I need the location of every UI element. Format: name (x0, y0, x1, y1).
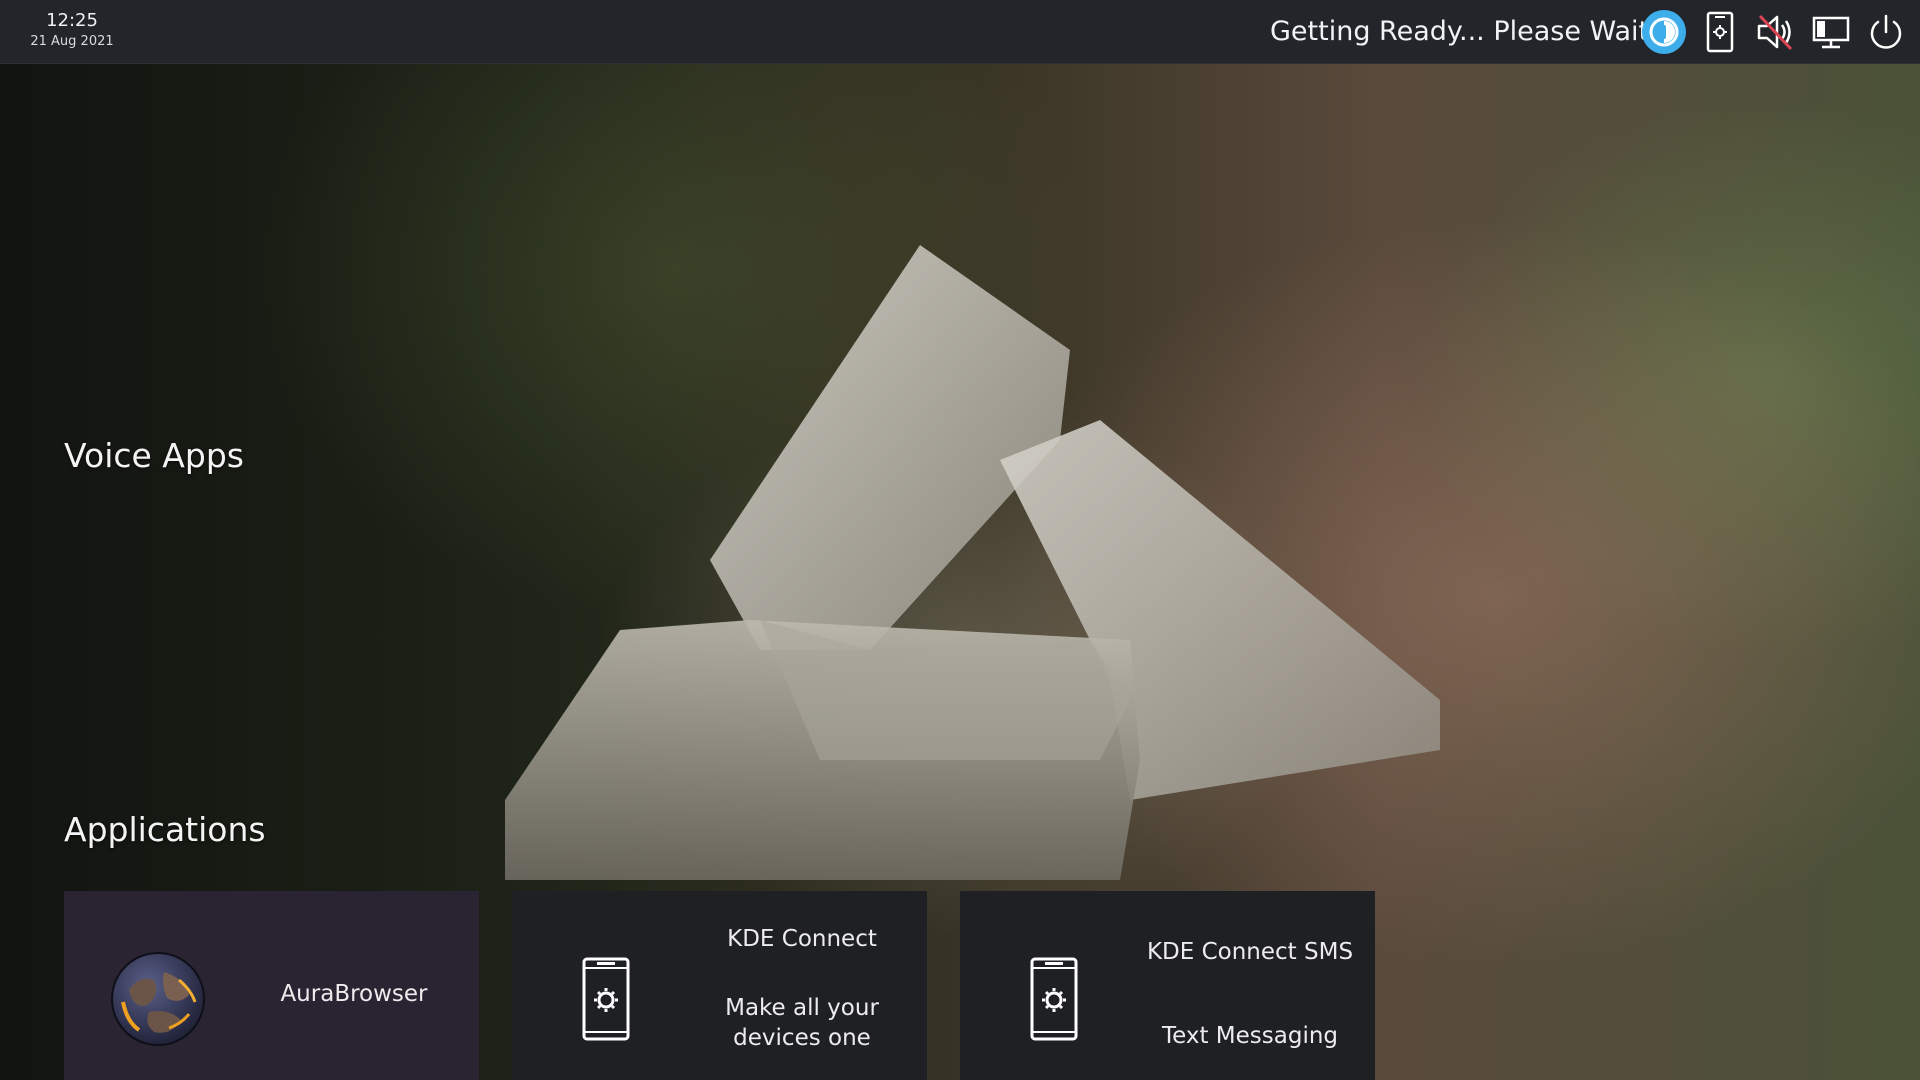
app-description: Text Messaging (1161, 1023, 1339, 1049)
phone-settings-icon (1004, 949, 1104, 1049)
phone-settings-icon (556, 949, 656, 1049)
clock-time: 12:25 (46, 10, 98, 31)
app-card-text: AuraBrowser (239, 891, 469, 1080)
power-icon[interactable] (1862, 8, 1910, 56)
app-title: KDE Connect (727, 926, 877, 952)
mycroft-icon[interactable] (1640, 8, 1688, 56)
voice-apps-heading: Voice Apps (64, 436, 244, 475)
clock[interactable]: 12:25 21 Aug 2021 (30, 9, 114, 51)
app-description: Make all your devices one (725, 995, 879, 1051)
clock-date: 21 Aug 2021 (30, 34, 114, 49)
volume-muted-icon[interactable] (1751, 8, 1799, 56)
app-title: AuraBrowser (280, 981, 428, 1007)
app-card-text: KDE Connect SMS Text Messaging (1135, 891, 1365, 1080)
globe-icon (108, 949, 208, 1049)
app-card-kde-connect-sms[interactable]: KDE Connect SMS Text Messaging (960, 891, 1375, 1080)
applications-heading: Applications (64, 810, 266, 849)
app-card-text: KDE Connect Make all your devices one (687, 891, 917, 1080)
app-title: KDE Connect SMS (1146, 939, 1354, 965)
top-panel: 12:25 21 Aug 2021 Getting Ready... Pleas… (0, 0, 1920, 64)
app-card-aurabrowser[interactable]: AuraBrowser (64, 891, 479, 1080)
kde-connect-icon[interactable] (1696, 8, 1744, 56)
status-text: Getting Ready... Please Wait (1270, 16, 1650, 47)
display-icon[interactable] (1807, 8, 1855, 56)
app-card-kde-connect[interactable]: KDE Connect Make all your devices one (512, 891, 927, 1080)
